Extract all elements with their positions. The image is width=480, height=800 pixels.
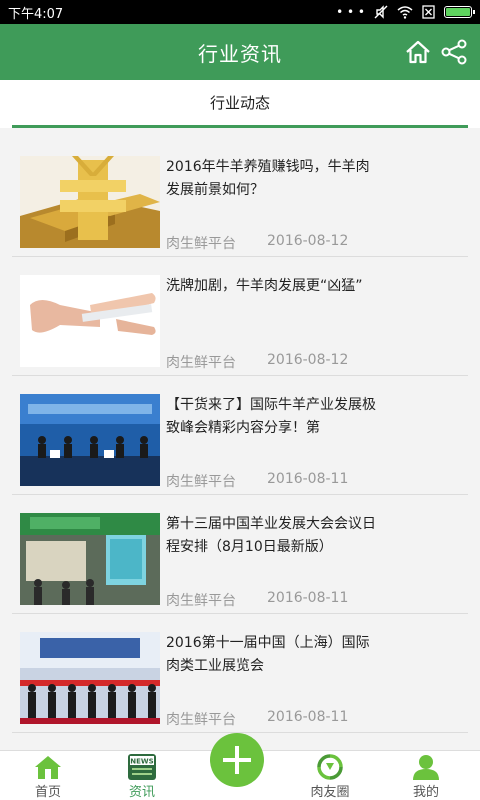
nav-news-label: 资讯 (128, 785, 155, 800)
more-dots-icon: • • • (336, 5, 365, 19)
status-bar: 下午4:07 • • • (0, 0, 480, 24)
gold-yen-bars-image (20, 156, 160, 248)
article-title: 2016第十一届中国（上海）国际肉类工业展览会 (166, 635, 370, 674)
article-title: 第十三届中国羊业发展大会会议日程安排（8月10日最新版） (166, 516, 376, 555)
circle-arrows-icon (317, 754, 343, 780)
mute-icon (374, 5, 388, 19)
article-list[interactable]: 2016年牛羊养殖赚钱吗，牛羊肉发展前景如何？ 肉生鲜平台 2016-08-12… (0, 138, 480, 750)
nav-profile[interactable]: 我的 (386, 751, 466, 800)
nav-profile-label: 我的 (412, 785, 439, 800)
list-item[interactable]: 【干货来了】国际牛羊产业发展极致峰会精彩内容分享！第 肉生鲜平台 2016-08… (12, 376, 468, 495)
nav-home-label: 首页 (34, 785, 61, 800)
summit-stage-image (20, 394, 160, 486)
tab-industry-news[interactable]: 行业动态 (12, 80, 468, 128)
article-source: 肉生鲜平台 (166, 355, 236, 371)
home-icon (35, 756, 61, 779)
add-post-button[interactable] (210, 733, 264, 787)
plus-icon (223, 746, 251, 774)
list-item[interactable]: 洗牌加剧，牛羊肉发展更“凶猛” 肉生鲜平台 2016-08-12 (12, 257, 468, 376)
wifi-icon (397, 6, 413, 19)
article-source: 肉生鲜平台 (166, 236, 236, 252)
article-date: 2016-08-12 (267, 352, 349, 368)
article-source: 肉生鲜平台 (166, 593, 236, 609)
nav-circle-label: 肉友圈 (310, 785, 350, 800)
share-icon[interactable] (440, 38, 468, 66)
list-item[interactable]: 2016年牛羊养殖赚钱吗，牛羊肉发展前景如何？ 肉生鲜平台 2016-08-12 (12, 138, 468, 257)
battery-icon (444, 6, 475, 18)
news-badge-text: NEWS (130, 758, 153, 766)
status-time: 下午4:07 (8, 6, 64, 22)
article-date: 2016-08-11 (267, 471, 349, 487)
page-title: 行业资讯 (198, 41, 282, 66)
user-icon (413, 755, 439, 780)
article-title: 2016年牛羊养殖赚钱吗，牛羊肉发展前景如何？ (166, 159, 370, 198)
hand-holding-card-image (20, 275, 160, 367)
article-date: 2016-08-11 (267, 590, 349, 606)
nav-circle[interactable]: 肉友圈 (290, 751, 370, 800)
status-icons: • • • (336, 5, 475, 19)
nav-news[interactable]: NEWS 资讯 (102, 751, 182, 800)
tab-active-indicator (12, 125, 468, 128)
news-icon: NEWS (128, 754, 156, 780)
tab-bar: 行业动态 (0, 80, 480, 128)
ribbon-cutting-image (20, 632, 160, 724)
nav-home[interactable]: 首页 (8, 751, 88, 800)
article-date: 2016-08-11 (267, 709, 349, 725)
article-date: 2016-08-12 (267, 233, 349, 249)
exhibition-booth-image (20, 513, 160, 605)
article-title: 【干货来了】国际牛羊产业发展极致峰会精彩内容分享！第 (166, 397, 376, 436)
list-item[interactable]: 第十三届中国羊业发展大会会议日程安排（8月10日最新版） 肉生鲜平台 2016-… (12, 495, 468, 614)
no-sim-icon (422, 5, 435, 19)
home-icon[interactable] (404, 38, 432, 66)
article-source: 肉生鲜平台 (166, 474, 236, 490)
article-title: 洗牌加剧，牛羊肉发展更“凶猛” (166, 278, 363, 294)
app-header: 行业资讯 (0, 24, 480, 80)
list-item[interactable]: 2016第十一届中国（上海）国际肉类工业展览会 肉生鲜平台 2016-08-11 (12, 614, 468, 733)
article-source: 肉生鲜平台 (166, 712, 236, 728)
